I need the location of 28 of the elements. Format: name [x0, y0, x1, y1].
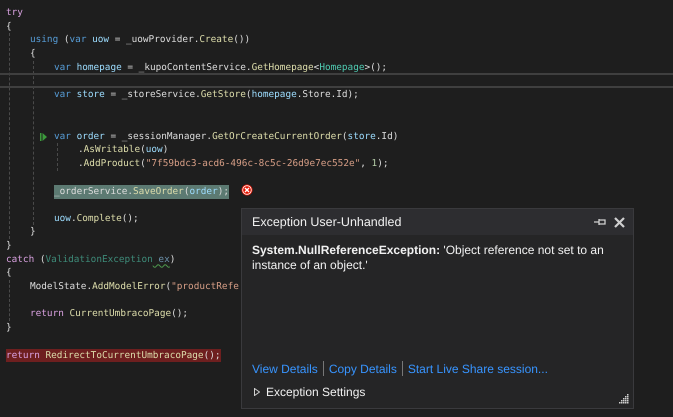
run-arrow-icon[interactable]: [40, 132, 47, 140]
link[interactable]: View Details: [252, 362, 318, 376]
code-line: uow.Complete();: [54, 212, 139, 226]
code-line: var store = _storeService.GetStore(homepage.Store.Id);: [54, 88, 359, 102]
exception-settings-toggle[interactable]: Exception Settings: [266, 385, 366, 399]
link[interactable]: Start Live Share session...: [408, 362, 548, 376]
expand-caret-icon[interactable]: [254, 388, 260, 396]
code-line: {: [6, 20, 12, 34]
code-line: .AsWritable(uow): [78, 143, 168, 157]
resize-grip-icon[interactable]: [619, 394, 629, 404]
code-line: {: [6, 266, 12, 280]
code-line: try: [6, 6, 23, 20]
code-line: }: [30, 225, 36, 240]
link[interactable]: Copy Details: [328, 362, 397, 376]
code-line: catch (ValidationException ex): [6, 252, 176, 266]
code-line: }: [6, 239, 12, 253]
exception-message: System.NullReferenceException: 'Object reference not set to an instance of an object.': [251, 242, 605, 273]
code-line: {: [30, 47, 36, 61]
code-line: using (var uow = _uowProvider.Create()): [30, 33, 250, 48]
code-line: ModelState.AddModelError("productRefe: [30, 280, 239, 294]
code-line: var order = _sessionManager.GetOrCreateCurrentOrder(store.Id): [54, 130, 398, 144]
pin-icon[interactable]: [594, 218, 606, 226]
popup-title: Exception User-Unhandled: [252, 215, 402, 229]
code-line: }: [6, 321, 12, 335]
code-line: return CurrentUmbracoPage();: [30, 307, 188, 322]
close-icon[interactable]: [614, 216, 625, 228]
code-line: .AddProduct("7f59bdc3-acd6-496c-8c5c-26d9e7ec552e", 1);: [78, 156, 388, 171]
code-line: var homepage = _kupoContentService.GetHomepage<Homepage>();: [54, 60, 388, 74]
